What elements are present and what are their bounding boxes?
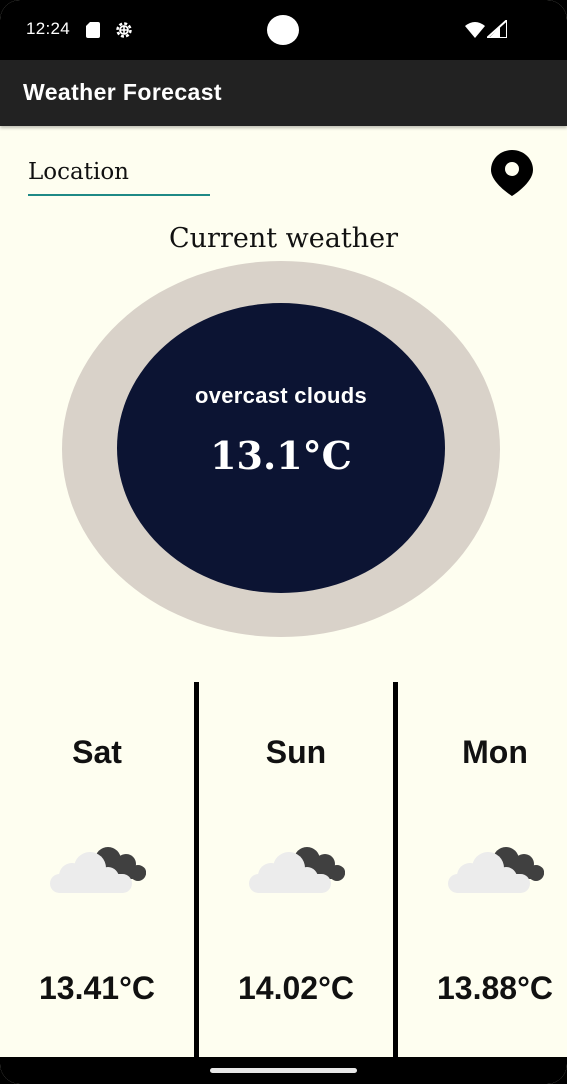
current-weather-heading: Current weather [169, 223, 398, 254]
overcast-clouds-icon [50, 847, 146, 893]
home-gesture-handle[interactable] [210, 1068, 357, 1073]
overcast-clouds-icon [448, 847, 544, 893]
forecast-temperature: 13.88°C [437, 970, 553, 1006]
forecast-day-name: Sat [72, 734, 122, 770]
forecast-day-mon: Mon 13.88°C [398, 682, 567, 1060]
map-pin-icon[interactable] [489, 148, 535, 198]
app-screen: 12:24 Weather Forecast Current weather o… [0, 0, 567, 1084]
wifi-icon [465, 22, 485, 38]
forecast-temperature: 13.41°C [39, 970, 155, 1006]
overcast-clouds-icon [249, 847, 345, 893]
status-bar: 12:24 [0, 0, 567, 60]
forecast-day-sun: Sun 14.02°C [199, 682, 393, 1060]
forecast-day-name: Mon [462, 734, 528, 770]
app-title: Weather Forecast [23, 79, 222, 105]
status-time: 12:24 [26, 19, 71, 38]
forecast-day-name: Sun [265, 734, 327, 770]
app-bar: Weather Forecast [0, 60, 567, 126]
location-input[interactable] [28, 152, 208, 192]
gear-icon [116, 22, 132, 38]
current-temperature: 13.1°C [210, 433, 352, 478]
current-condition: overcast clouds [194, 383, 367, 408]
front-camera [267, 15, 299, 45]
navigation-bar [0, 1057, 567, 1084]
location-field[interactable] [28, 152, 210, 196]
signal-icon [487, 20, 507, 38]
sd-card-icon [86, 22, 100, 38]
forecast-temperature: 14.02°C [238, 970, 354, 1006]
forecast-day-sat: Sat 13.41°C [0, 682, 194, 1060]
